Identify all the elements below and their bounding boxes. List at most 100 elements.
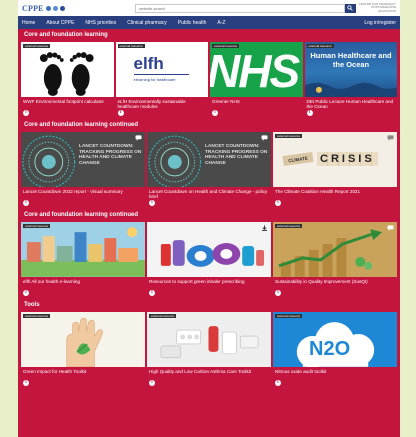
resource-card[interactable]: external resource Green Impact for Healt… xyxy=(21,312,145,389)
resource-card[interactable]: external resource N2O Nitrous oxide audi… xyxy=(273,312,397,389)
info-icon[interactable]: i xyxy=(23,200,29,206)
info-icon[interactable]: i xyxy=(212,110,218,116)
external-resource-badge: external resource xyxy=(23,224,51,228)
resource-card[interactable]: external resource High Quality and Low C… xyxy=(147,312,271,389)
info-icon[interactable]: i xyxy=(149,200,155,206)
card-title: Greener NHS xyxy=(212,99,240,104)
card-row: external resource WWF Environmental foot… xyxy=(21,42,397,119)
card-thumbnail: external resource xyxy=(273,222,397,277)
external-resource-badge: external resource xyxy=(275,134,303,138)
ocean-icon xyxy=(304,82,397,97)
search-button[interactable] xyxy=(344,3,356,13)
card-thumbnail: external resource xyxy=(147,312,271,367)
town-icon xyxy=(21,227,145,277)
info-icon[interactable]: i xyxy=(275,380,281,386)
nav-home[interactable]: Home xyxy=(22,20,35,26)
card-title: eLfH Environmentally sustainable healthc… xyxy=(117,99,186,110)
card-thumbnail: external resource CLIMATE CRISIS xyxy=(273,132,397,187)
card-thumbnail xyxy=(147,222,271,277)
card-thumbnail: external resource xyxy=(21,222,145,277)
elfh-logo: elfh xyxy=(133,54,164,73)
centre-name: CENTRE FOR PHARMACY POSTGRADUATE EDUCATI… xyxy=(356,2,396,14)
login-link[interactable]: Log in/register xyxy=(364,20,396,26)
external-resource-badge: external resource xyxy=(23,314,51,318)
card-title: The Climate Coalition Health Report 2021 xyxy=(275,189,361,194)
info-icon[interactable]: i xyxy=(306,110,313,116)
card-title: Nitrous oxide audit toolkit xyxy=(275,369,327,374)
section-title: Tools xyxy=(24,302,40,308)
nav-nhs-priorities[interactable]: NHS priorities xyxy=(85,20,116,26)
top-bar: CPPE CENTRE FOR PHARMACY POSTGRADUATE ED… xyxy=(18,0,400,16)
info-icon[interactable]: i xyxy=(23,380,29,386)
logo-dot-icon xyxy=(59,5,65,11)
search-bar xyxy=(134,3,356,13)
resource-card[interactable]: external resource WWF Environmental foot… xyxy=(21,42,114,119)
resource-card[interactable]: LANCET COUNTDOWN: TRACKING PROGRESS ON H… xyxy=(21,132,145,209)
card-thumbnail: external resource Human Healthcare and t… xyxy=(304,42,397,97)
logo-text: CPPE xyxy=(22,3,44,13)
card-title: Resources to support green inhaler presc… xyxy=(149,279,245,284)
medicine-icon xyxy=(160,326,259,359)
crisis-blocks: CRISIS xyxy=(317,152,378,166)
nav-clinical-pharmacy[interactable]: Clinical pharmacy xyxy=(127,20,166,26)
card-thumbnail: LANCET COUNTDOWN: TRACKING PROGRESS ON H… xyxy=(147,132,271,187)
info-icon[interactable]: i xyxy=(149,290,155,296)
resource-card[interactable]: external resource Sustainability in Qual… xyxy=(273,222,397,299)
elfh-subtitle: elearning for healthcare xyxy=(133,77,176,82)
card-title: DEI Public Lecture Human Healthcare and … xyxy=(306,99,394,110)
resource-card[interactable]: external resource NHS Greener NHS i xyxy=(210,42,303,119)
resource-card[interactable]: external resource CLIMATE CRISIS The Cli… xyxy=(273,132,397,209)
logo-dot-icon xyxy=(52,5,58,11)
lancet-thumb-text: LANCET COUNTDOWN: TRACKING PROGRESS ON H… xyxy=(79,144,142,166)
external-resource-badge: external resource xyxy=(275,224,303,228)
info-icon[interactable]: i xyxy=(23,110,29,116)
comment-icon xyxy=(387,135,394,141)
card-thumbnail: external resource N2O xyxy=(273,312,397,367)
centre-line-2: POSTGRADUATE EDUCATION xyxy=(371,5,396,13)
main-nav: Home About CPPE NHS priorities Clinical … xyxy=(18,16,400,29)
card-thumbnail: external resource NHS xyxy=(210,42,303,97)
section-title: Core and foundation learning xyxy=(24,32,108,38)
footprints-icon xyxy=(39,52,94,96)
climate-tile-text: CLIMATE xyxy=(287,155,309,163)
card-row: external resource Green Impact for Healt… xyxy=(21,312,397,389)
climate-tile: CLIMATE xyxy=(282,151,314,167)
resource-card[interactable]: external resource elfh All our health e-… xyxy=(21,222,145,299)
card-thumbnail: external resource elfh elearning for hea… xyxy=(115,42,208,97)
logo-dot-icon xyxy=(45,5,51,11)
info-icon[interactable]: i xyxy=(117,110,124,116)
info-icon[interactable]: i xyxy=(275,290,281,296)
resource-card[interactable]: Resources to support green inhaler presc… xyxy=(147,222,271,299)
resource-card[interactable]: external resource elfh elearning for hea… xyxy=(115,42,208,119)
comment-icon xyxy=(135,135,142,141)
nav-a-z[interactable]: A-Z xyxy=(217,20,225,26)
info-icon[interactable]: i xyxy=(149,380,155,386)
cppe-logo[interactable]: CPPE xyxy=(22,4,65,13)
resource-card[interactable]: external resource Human Healthcare and t… xyxy=(304,42,397,119)
lancet-thumb-text: LANCET COUNTDOWN: TRACKING PROGRESS ON H… xyxy=(205,144,268,166)
card-thumbnail: external resource xyxy=(21,42,114,97)
external-resource-badge: external resource xyxy=(149,314,177,318)
resource-card[interactable]: LANCET COUNTDOWN: TRACKING PROGRESS ON H… xyxy=(147,132,271,209)
card-title: Lancet Countdown on Health and Climate C… xyxy=(149,189,268,200)
external-resource-badge: external resource xyxy=(212,44,240,48)
nhs-logo: NHS xyxy=(210,45,300,97)
external-resource-badge: external resource xyxy=(275,314,303,318)
external-resource-badge: external resource xyxy=(23,44,51,48)
nav-about-cppe[interactable]: About CPPE xyxy=(46,20,74,26)
card-row: LANCET COUNTDOWN: TRACKING PROGRESS ON H… xyxy=(21,132,397,209)
section-title: Core and foundation learning continued xyxy=(24,212,138,218)
n2o-text: N2O xyxy=(309,338,351,360)
search-icon xyxy=(347,5,353,11)
card-row: external resource elfh All our health e-… xyxy=(21,222,397,299)
elfh-underline xyxy=(133,74,189,75)
nav-public-health[interactable]: Public health xyxy=(178,20,207,26)
search-input[interactable] xyxy=(134,3,345,13)
info-icon[interactable]: i xyxy=(23,290,29,296)
external-resource-badge: external resource xyxy=(306,44,334,48)
card-title: Sustainability in Quality Improvement (S… xyxy=(275,279,368,284)
card-title: Lancet Countdown 2022 report - Visual su… xyxy=(23,189,123,194)
info-icon[interactable]: i xyxy=(275,200,281,206)
comment-icon xyxy=(387,225,394,231)
comment-icon xyxy=(261,135,268,141)
